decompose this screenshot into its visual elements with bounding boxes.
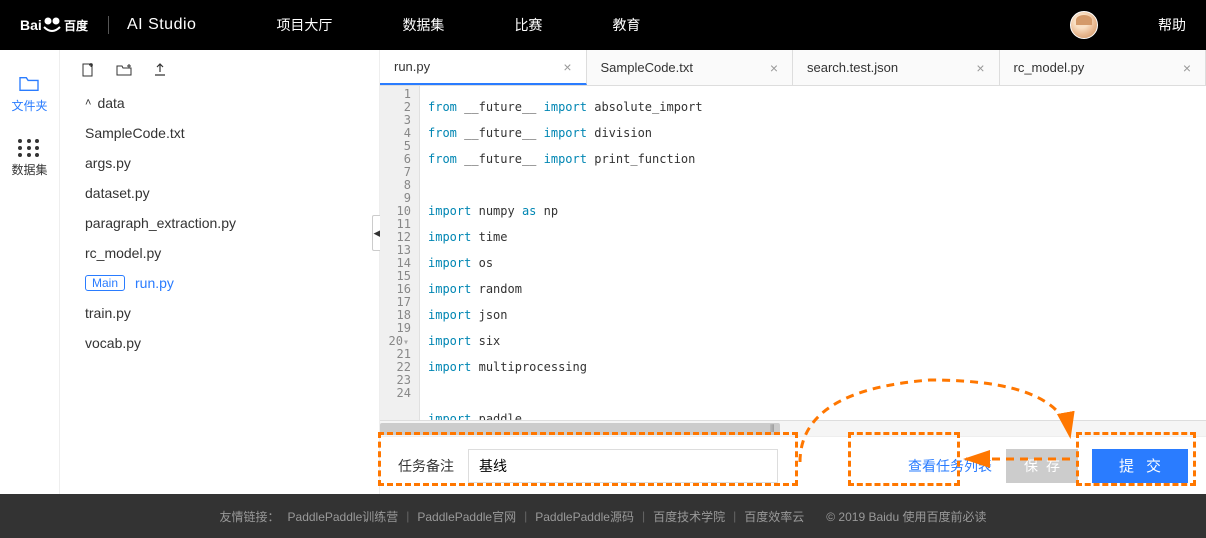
help-link[interactable]: 帮助 bbox=[1158, 15, 1186, 35]
new-folder-icon[interactable] bbox=[116, 62, 132, 78]
footer-copyright: © 2019 Baidu 使用百度前必读 bbox=[826, 508, 986, 525]
footer: 友情链接： PaddlePaddle训练营| PaddlePaddle官网| P… bbox=[0, 494, 1206, 538]
avatar[interactable] bbox=[1070, 11, 1098, 39]
rail-files[interactable]: 文件夹 bbox=[11, 75, 47, 114]
brand-divider bbox=[108, 16, 109, 34]
tree-file[interactable]: rc_model.py bbox=[80, 238, 369, 268]
left-rail: 文件夹 数据集 bbox=[0, 50, 60, 494]
baidu-logo: Bai 百度 bbox=[20, 13, 90, 37]
close-icon[interactable]: × bbox=[1183, 60, 1191, 76]
folder-icon bbox=[18, 75, 40, 93]
close-icon[interactable]: × bbox=[770, 60, 778, 76]
tab-search[interactable]: search.test.json× bbox=[793, 50, 1000, 85]
save-button[interactable]: 保存 bbox=[1006, 449, 1078, 483]
footer-link[interactable]: PaddlePaddle训练营 bbox=[288, 508, 399, 525]
close-icon[interactable]: × bbox=[563, 59, 571, 75]
file-panel: ˄data SampleCode.txt args.py dataset.py … bbox=[60, 50, 380, 494]
nav-dataset[interactable]: 数据集 bbox=[402, 15, 444, 35]
tab-rcmodel[interactable]: rc_model.py× bbox=[1000, 50, 1206, 85]
tree-file[interactable]: train.py bbox=[80, 298, 369, 328]
logo-section: Bai 百度 AI Studio bbox=[20, 13, 196, 37]
nav-hall[interactable]: 项目大厅 bbox=[276, 15, 332, 35]
submit-button[interactable]: 提交 bbox=[1092, 449, 1188, 483]
upload-icon[interactable] bbox=[152, 62, 168, 78]
scrollbar-thumb[interactable] bbox=[380, 423, 780, 435]
tree-file[interactable]: paragraph_extraction.py bbox=[80, 208, 369, 238]
footer-label: 友情链接： bbox=[220, 508, 280, 525]
tree-file-active[interactable]: Mainrun.py bbox=[80, 268, 369, 298]
tab-run[interactable]: run.py× bbox=[380, 50, 587, 85]
horizontal-scrollbar[interactable]: ⦀ bbox=[380, 420, 1206, 436]
close-icon[interactable]: × bbox=[976, 60, 984, 76]
note-label: 任务备注 bbox=[398, 456, 454, 476]
footer-link[interactable]: 百度技术学院 bbox=[653, 508, 725, 525]
nav-links: 项目大厅 数据集 比赛 教育 bbox=[276, 15, 640, 35]
svg-text:Bai: Bai bbox=[20, 17, 42, 33]
file-tree: ˄data SampleCode.txt args.py dataset.py … bbox=[60, 88, 379, 358]
brand-suffix: AI Studio bbox=[127, 16, 196, 34]
tree-file[interactable]: args.py bbox=[80, 148, 369, 178]
code-area[interactable]: 1234567891011121314151617181920▾21222324… bbox=[380, 86, 1206, 420]
new-file-icon[interactable] bbox=[80, 62, 96, 78]
footer-link[interactable]: PaddlePaddle源码 bbox=[535, 508, 634, 525]
tab-sample[interactable]: SampleCode.txt× bbox=[587, 50, 794, 85]
rail-dataset[interactable]: 数据集 bbox=[11, 139, 47, 178]
nav-edu[interactable]: 教育 bbox=[612, 15, 640, 35]
note-input[interactable] bbox=[468, 449, 778, 483]
footer-link[interactable]: 百度效率云 bbox=[744, 508, 804, 525]
tree-folder-data[interactable]: ˄data bbox=[80, 88, 369, 118]
main: 文件夹 数据集 ˄data SampleCode.txt args.py dat… bbox=[0, 50, 1206, 494]
code-content: from __future__ import absolute_import f… bbox=[420, 86, 1206, 420]
top-nav: Bai 百度 AI Studio 项目大厅 数据集 比赛 教育 帮助 bbox=[0, 0, 1206, 50]
svg-text:百度: 百度 bbox=[64, 18, 89, 33]
view-tasks-link[interactable]: 查看任务列表 bbox=[908, 456, 992, 476]
tree-file[interactable]: dataset.py bbox=[80, 178, 369, 208]
dataset-icon bbox=[18, 139, 40, 157]
gutter: 1234567891011121314151617181920▾21222324 bbox=[380, 86, 420, 420]
main-badge: Main bbox=[85, 275, 125, 291]
tree-file[interactable]: vocab.py bbox=[80, 328, 369, 358]
editor: ◀ run.py× SampleCode.txt× search.test.js… bbox=[380, 50, 1206, 494]
editor-tabs: run.py× SampleCode.txt× search.test.json… bbox=[380, 50, 1206, 86]
file-toolbar bbox=[60, 62, 379, 78]
nav-contest[interactable]: 比赛 bbox=[514, 15, 542, 35]
footer-link[interactable]: PaddlePaddle官网 bbox=[417, 508, 516, 525]
tree-file[interactable]: SampleCode.txt bbox=[80, 118, 369, 148]
action-bar: 任务备注 查看任务列表 保存 提交 bbox=[380, 436, 1206, 494]
